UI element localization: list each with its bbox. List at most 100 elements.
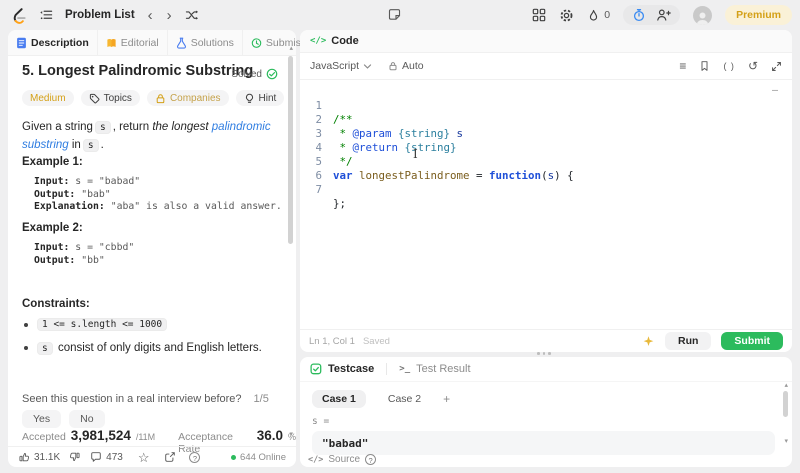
hint-badge[interactable]: Hint	[235, 90, 285, 106]
testcase-panel: Testcase >_ Test Result Case 1 Case 2 + …	[300, 357, 792, 467]
problem-list-label[interactable]: Problem List	[65, 9, 135, 21]
settings-gear-icon[interactable]	[559, 8, 574, 23]
cursor-position: Ln 1, Col 1	[309, 335, 355, 347]
avatar[interactable]	[693, 5, 713, 25]
premium-button[interactable]: Premium	[725, 5, 792, 25]
problem-list-icon[interactable]	[39, 8, 53, 22]
comment-count: 473	[106, 451, 123, 463]
tab-testcase[interactable]: Testcase	[328, 363, 374, 375]
fold-all-button[interactable]: —	[772, 84, 778, 98]
flame-icon	[590, 9, 598, 21]
prev-question-button[interactable]: ‹	[147, 8, 154, 23]
testcase-header: Testcase >_ Test Result	[300, 357, 792, 382]
case-tabs: Case 1 Case 2 +	[312, 390, 450, 408]
panel-resize-handle[interactable]	[537, 352, 551, 355]
code-panel-title: Code	[331, 35, 359, 47]
solutions-icon	[176, 37, 186, 49]
language-select[interactable]: JavaScript	[310, 60, 372, 72]
case-2-tab[interactable]: Case 2	[378, 390, 431, 408]
problem-title: 5. Longest Palindromic Substring	[22, 63, 254, 79]
saved-status: Saved	[362, 335, 390, 347]
constraint-item: s consist of only digits and English let…	[24, 342, 262, 355]
ai-sparkle-icon[interactable]	[642, 335, 655, 348]
testcase-input[interactable]: "babad"	[312, 431, 775, 455]
scroll-down-arrow[interactable]: ▾	[289, 430, 293, 438]
param-label: s =	[312, 416, 330, 427]
solved-check-icon	[266, 68, 278, 80]
companies-badge[interactable]: Companies	[146, 90, 229, 106]
editor-toolbar: JavaScript Auto ≡ ( ) ↺	[300, 53, 792, 80]
left-scrollbar-thumb[interactable]	[288, 56, 293, 244]
tag-icon	[89, 93, 99, 103]
accepted-count: 3,981,524	[70, 428, 131, 443]
favorite-star-icon[interactable]: ☆	[138, 451, 150, 464]
streak-counter[interactable]: 0	[587, 9, 610, 22]
yes-button[interactable]: Yes	[22, 410, 62, 428]
bullet-dot	[24, 322, 28, 327]
example-2-block: Input: s = "cbbd" Output: "bb"	[34, 242, 135, 266]
example-2-title: Example 2:	[22, 222, 83, 234]
like-button[interactable]: 31.1K	[18, 451, 60, 463]
add-case-button[interactable]: +	[443, 392, 450, 406]
case-1-tab[interactable]: Case 1	[312, 390, 366, 408]
source-code-icon: </>	[308, 454, 324, 465]
reset-code-icon[interactable]: ↺	[748, 60, 758, 72]
lightbulb-icon	[245, 93, 253, 103]
shuffle-icon[interactable]	[185, 8, 199, 22]
invite-user-icon[interactable]	[656, 8, 671, 22]
text-cursor: I	[413, 147, 418, 161]
inline-code: s	[94, 121, 111, 134]
interview-question: Seen this question in a real interview b…	[22, 393, 269, 405]
leetcode-logo[interactable]	[10, 7, 27, 24]
expand-editor-icon[interactable]	[771, 61, 782, 72]
scroll-up-arrow[interactable]: ▴	[784, 381, 788, 389]
no-button[interactable]: No	[69, 410, 105, 428]
dislike-button[interactable]	[69, 451, 81, 463]
lock-icon	[156, 93, 165, 103]
comment-icon	[91, 452, 101, 462]
testcase-check-icon	[310, 363, 322, 375]
description-icon	[17, 37, 26, 48]
left-footer: 31.1K 473 ☆ ? 644 Online	[8, 446, 296, 467]
inline-code: s	[82, 139, 99, 153]
scroll-up-arrow[interactable]: ▴	[289, 44, 293, 52]
format-code-icon[interactable]: ≡	[679, 60, 686, 72]
chevron-down-icon	[363, 63, 372, 69]
editorial-icon	[107, 38, 116, 47]
topics-badge[interactable]: Topics	[80, 90, 140, 106]
online-indicator: 644 Online	[231, 452, 286, 463]
thumbs-down-icon	[70, 452, 80, 461]
testcase-scrollbar-thumb[interactable]	[783, 391, 788, 417]
difficulty-badge[interactable]: Medium	[22, 90, 74, 106]
timer-icon[interactable]	[632, 8, 646, 22]
submit-button[interactable]: Submit	[721, 332, 783, 350]
source-label[interactable]: Source	[328, 454, 360, 465]
tab-test-result[interactable]: Test Result	[416, 363, 470, 375]
code-editor[interactable]: 1 /** — 2 * @param {string} s 3 * @retur…	[300, 79, 792, 330]
brackets-icon[interactable]: ( )	[723, 61, 735, 71]
feedback-help-icon[interactable]: ?	[189, 451, 201, 463]
run-button[interactable]: Run	[664, 332, 712, 350]
code-tag-icon: </>	[310, 36, 327, 46]
submissions-icon	[251, 37, 262, 48]
session-tools	[623, 5, 681, 25]
share-icon[interactable]	[164, 451, 176, 463]
badge-row: Medium Topics Companies Hint	[22, 90, 285, 106]
tab-description[interactable]: Description	[8, 30, 97, 55]
next-question-button[interactable]: ›	[166, 8, 173, 23]
interview-progress: 1/5	[253, 393, 269, 405]
code-panel: </> Code JavaScript Auto ≡ ( ) ↺ 1 /** —…	[300, 30, 792, 352]
code-panel-header: </> Code	[300, 30, 792, 53]
bookmark-icon[interactable]	[699, 60, 710, 72]
source-help-icon[interactable]: ?	[365, 454, 377, 465]
like-count: 31.1K	[34, 451, 61, 463]
example-1-title: Example 1:	[22, 156, 83, 168]
tab-editorial[interactable]: Editorial	[96, 30, 167, 55]
auto-toggle[interactable]: Auto	[388, 60, 424, 72]
scroll-down-arrow[interactable]: ▾	[784, 437, 788, 445]
comments-button[interactable]: 473	[90, 451, 123, 463]
notes-icon[interactable]	[388, 8, 401, 21]
tab-solutions[interactable]: Solutions	[166, 30, 242, 55]
bullet-dot	[24, 346, 28, 350]
layout-grid-icon[interactable]	[532, 8, 546, 22]
